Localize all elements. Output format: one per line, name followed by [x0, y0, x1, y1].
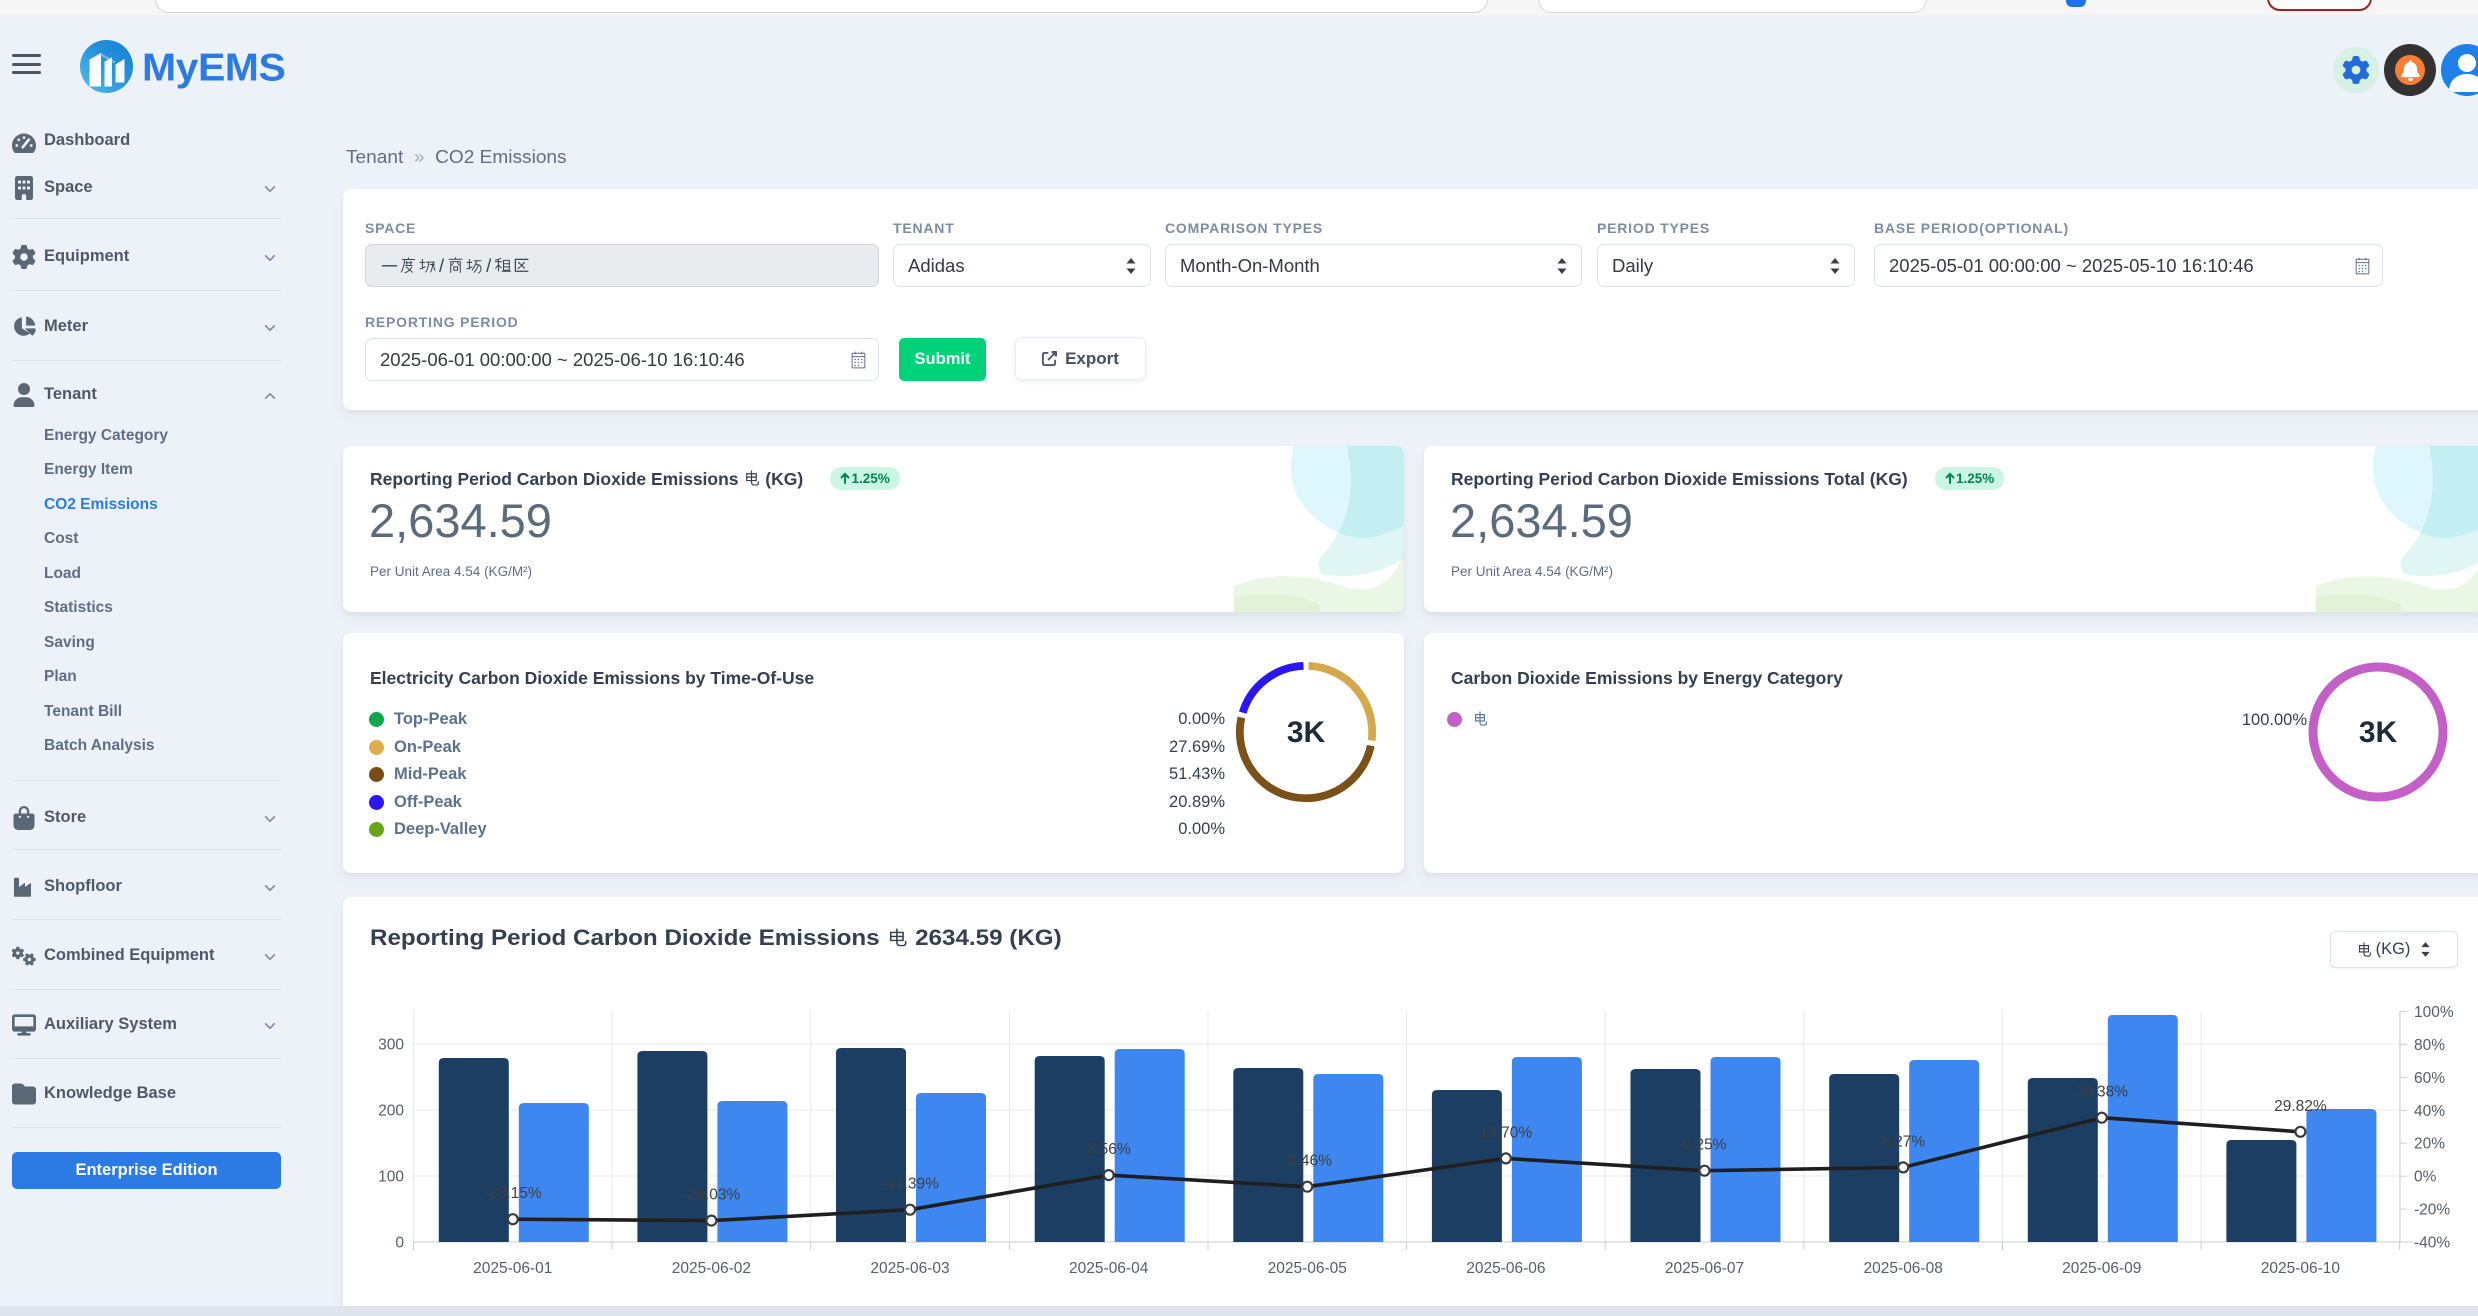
svg-text:-17.39%: -17.39%	[881, 1176, 939, 1193]
svg-text:3K: 3K	[2359, 716, 2398, 749]
svg-text:-40%: -40%	[2414, 1235, 2450, 1252]
svg-text:-23.15%: -23.15%	[484, 1185, 542, 1202]
svg-text:2025-06-02: 2025-06-02	[672, 1260, 751, 1277]
svg-text:8.27%: 8.27%	[1881, 1133, 1925, 1150]
svg-text:300: 300	[378, 1037, 404, 1054]
svg-text:38.38%: 38.38%	[2076, 1084, 2129, 1101]
svg-text:0: 0	[395, 1235, 404, 1252]
svg-text:60%: 60%	[2414, 1070, 2445, 1087]
svg-text:100%: 100%	[2414, 1004, 2454, 1021]
svg-text:2025-06-07: 2025-06-07	[1665, 1260, 1744, 1277]
svg-text:3.56%: 3.56%	[1087, 1141, 1131, 1158]
svg-text:-3.46%: -3.46%	[1283, 1153, 1332, 1170]
svg-text:2025-06-10: 2025-06-10	[2261, 1260, 2341, 1277]
svg-text:3K: 3K	[1287, 716, 1326, 749]
svg-text:13.70%: 13.70%	[1480, 1124, 1533, 1141]
svg-text:20%: 20%	[2414, 1136, 2445, 1153]
svg-text:2025-06-08: 2025-06-08	[1864, 1260, 1943, 1277]
svg-text:-24.03%: -24.03%	[683, 1187, 741, 1204]
svg-text:2025-06-04: 2025-06-04	[1069, 1260, 1149, 1277]
svg-text:100: 100	[378, 1169, 404, 1186]
svg-text:2025-06-09: 2025-06-09	[2062, 1260, 2141, 1277]
svg-text:40%: 40%	[2414, 1103, 2445, 1120]
svg-text:2025-06-03: 2025-06-03	[870, 1260, 949, 1277]
svg-text:0%: 0%	[2414, 1169, 2437, 1186]
svg-text:80%: 80%	[2414, 1037, 2445, 1054]
svg-text:29.82%: 29.82%	[2274, 1098, 2327, 1115]
svg-text:-20%: -20%	[2414, 1202, 2450, 1219]
svg-text:2025-06-01: 2025-06-01	[473, 1260, 552, 1277]
svg-text:2025-06-05: 2025-06-05	[1268, 1260, 1347, 1277]
svg-text:2025-06-06: 2025-06-06	[1466, 1260, 1545, 1277]
svg-text:6.25%: 6.25%	[1683, 1137, 1727, 1154]
svg-text:200: 200	[378, 1103, 404, 1120]
